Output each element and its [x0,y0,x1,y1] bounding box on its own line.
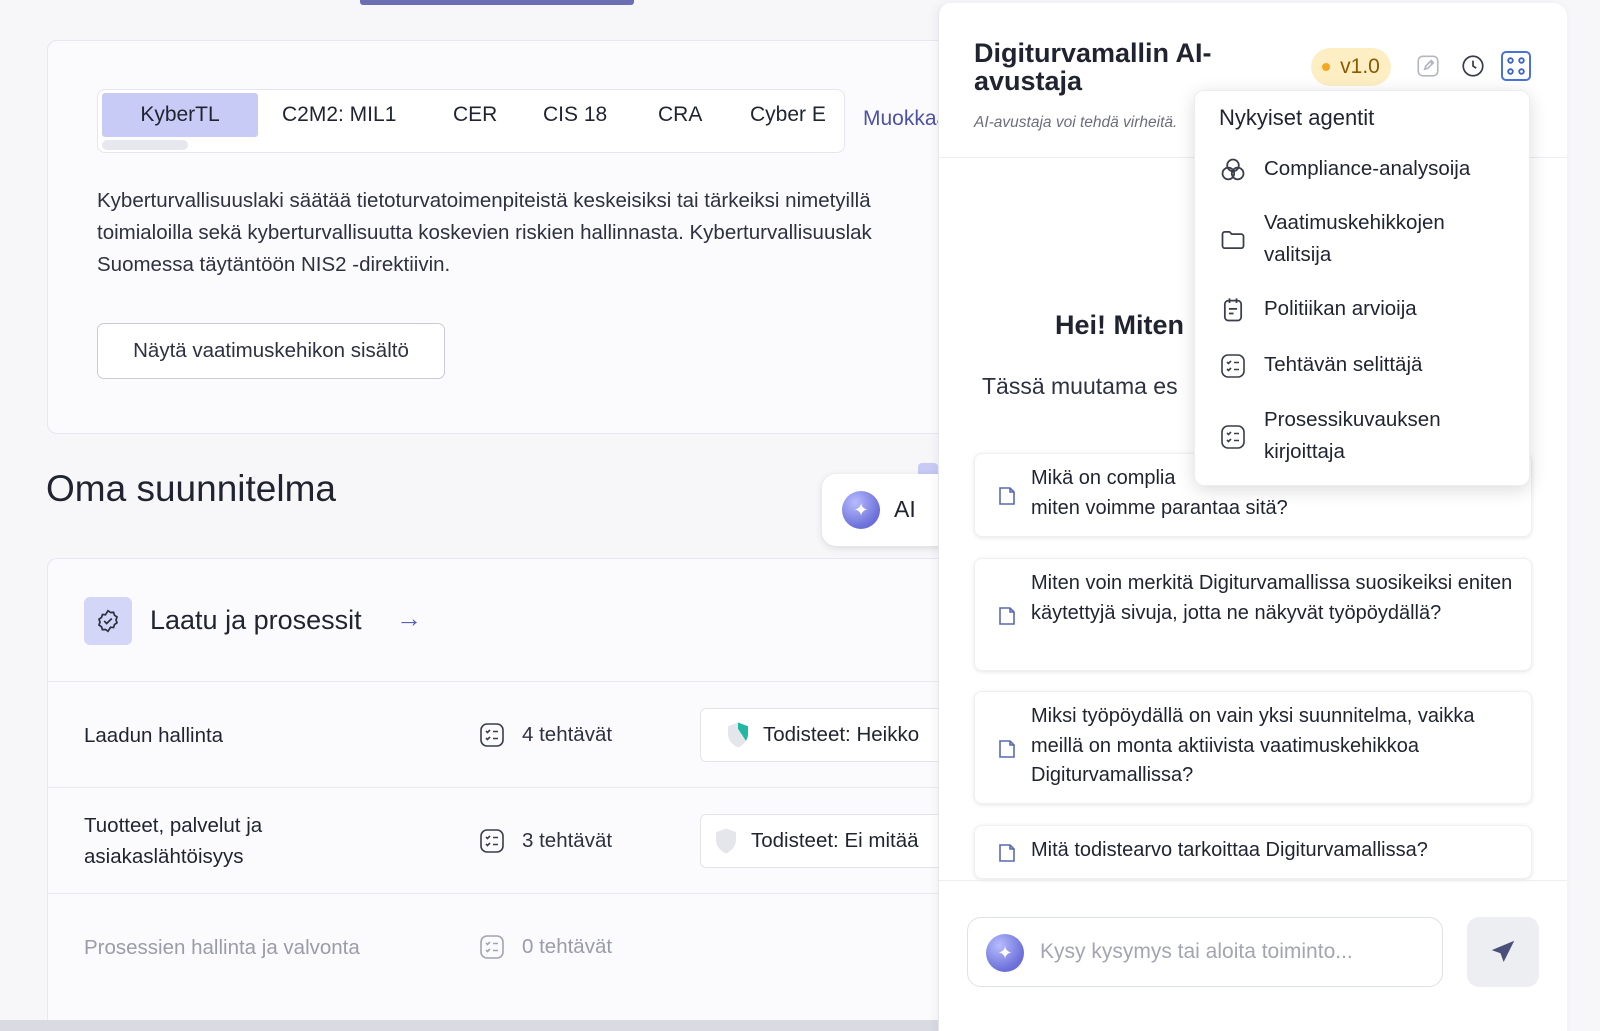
edit-icon[interactable] [1413,51,1443,81]
chat-input[interactable]: ✦ Kysy kysymys tai aloita toiminto... [967,917,1443,987]
description-line: Kyberturvallisuuslaki säätää tietoturvat… [97,189,871,212]
chat-input-placeholder: Kysy kysymys tai aloita toiminto... [1040,940,1353,963]
agents-dropdown: Nykyiset agentit Compliance-analysoija V… [1194,90,1530,486]
greeting-title: Hei! Miten [1055,310,1185,340]
checklist-icon [480,829,504,853]
suggestion-line: miten voimme parantaa sitä? [1031,496,1288,519]
suggestion-text: Mitä todistearvo tarkoittaa Digiturvamal… [1031,839,1428,861]
tab-c2m2[interactable]: C2M2: MIL1 [282,93,396,137]
category-title[interactable]: Laatu ja prosessit [150,605,362,636]
sparkle-icon: ✦ [986,934,1024,972]
table-row[interactable]: Tuotteet, palvelut ja asiakaslähtöisyys … [48,787,960,893]
suggestion-text: Miksi työpöydällä on vain yksi suunnitel… [1031,705,1475,786]
note-icon [999,844,1015,862]
suggestion-card[interactable]: Mitä todistearvo tarkoittaa Digiturvamal… [974,825,1532,879]
folder-icon [1221,230,1245,250]
send-icon [1491,940,1515,962]
horizontal-scrollbar[interactable] [0,1020,960,1031]
active-page-indicator [360,0,634,5]
panel-title: Digiturvamallin AI-avustaja [974,38,1212,96]
note-icon [999,740,1015,758]
evidence-badge[interactable]: Todisteet: Heikko [700,708,960,762]
ai-button-label: AI [894,496,916,522]
description-line: toimialoilla sekä kyberturvallisuutta ko… [97,221,872,244]
sparkle-icon: ✦ [842,491,880,529]
row-name: Laadun hallinta [84,724,224,747]
panel-disclaimer: AI-avustaja voi tehdä virheitä. [974,114,1178,131]
version-label: v1.0 [1340,55,1380,78]
agents-menu-title: Nykyiset agentit [1219,105,1375,130]
note-icon [999,487,1015,505]
agent-label: Compliance-analysoija [1264,157,1471,180]
table-row[interactable]: Prosessien hallinta ja valvonta 0 tehtäv… [48,893,960,999]
agent-label: Vaatimuskehikkojen valitsija [1264,211,1445,266]
agent-label: Politiikan arvioija [1264,297,1417,320]
table-row[interactable]: Laadun hallinta 4 tehtävät Todisteet: He… [48,681,960,787]
suggestion-card[interactable]: Miksi työpöydällä on vain yksi suunnitel… [974,691,1532,804]
task-count: 3 tehtävät [522,829,613,852]
agent-item-compliance[interactable]: Compliance-analysoija [1195,151,1531,191]
framework-description: Kyberturvallisuuslaki säätää tietoturvat… [97,185,960,281]
tab-cyber-e[interactable]: Cyber E [750,93,826,137]
checklist-icon [480,723,504,747]
agent-item-task-explainer[interactable]: Tehtävän selittäjä [1195,347,1531,387]
suggestion-text: Miten voin merkitä Digiturvamallissa suo… [1031,572,1513,624]
row-name: Prosessien hallinta ja valvonta [84,936,360,959]
suggestion-card[interactable]: Miten voin merkitä Digiturvamallissa suo… [974,558,1532,671]
shield-icon [728,722,748,748]
tab-cra[interactable]: CRA [658,93,702,137]
tab-kybertl[interactable]: KyberTL [102,93,258,137]
send-button[interactable] [1467,917,1539,987]
evidence-label: Todisteet: [763,723,851,746]
checklist-icon [480,935,504,959]
checklist-icon [1221,354,1245,378]
framework-tabs: KyberTL C2M2: MIL1 CER CIS 18 CRA Cyber … [97,89,845,153]
evidence-badge[interactable]: Todisteet: Ei mitää [700,814,960,868]
history-icon[interactable] [1458,51,1488,81]
main-page: KyberTL C2M2: MIL1 CER CIS 18 CRA Cyber … [0,0,960,1031]
badge-check-icon [84,597,132,645]
shield-icon [716,828,736,854]
task-count: 4 tehtävät [522,723,613,746]
policy-icon [1223,298,1243,322]
framework-card: KyberTL C2M2: MIL1 CER CIS 18 CRA Cyber … [47,40,960,434]
evidence-label: Todisteet: [751,829,839,852]
plan-category-card: Laatu ja prosessit → Laadun hallinta 4 t… [47,558,960,1031]
checklist-icon [1221,425,1245,449]
task-count: 0 tehtävät [522,935,613,958]
description-line: Suomessa täytäntöön NIS2 -direktiivin. [97,253,451,276]
arrow-right-icon[interactable]: → [396,603,422,634]
plan-title: Oma suunnitelma [46,468,336,509]
circles-icon [1221,158,1245,181]
evidence-value: Heikko [856,723,920,746]
agent-item-framework-selector[interactable]: Vaatimuskehikkojen valitsija [1195,205,1531,275]
input-divider [939,880,1567,881]
tab-cer[interactable]: CER [453,93,497,137]
note-icon [999,607,1015,625]
show-framework-content-button[interactable]: Näytä vaatimuskehikon sisältö [97,323,445,379]
row-name: Tuotteet, palvelut ja asiakaslähtöisyys [84,814,263,868]
tab-cis18[interactable]: CIS 18 [543,93,607,137]
greeting-subtitle: Tässä muutama es [982,373,1178,399]
agent-item-process-writer[interactable]: Prosessikuvauksen kirjoittaja [1195,403,1531,473]
agent-item-policy-reviewer[interactable]: Politiikan arvioija [1195,291,1531,331]
agent-label: Prosessikuvauksen kirjoittaja [1264,408,1441,463]
status-dot [1322,63,1331,71]
edit-frameworks-link[interactable]: Muokkaa [863,107,948,131]
version-badge: v1.0 [1311,48,1391,86]
agents-grid-icon[interactable] [1501,51,1531,81]
agent-label: Tehtävän selittäjä [1264,353,1423,376]
evidence-value: Ei mitää [844,829,919,852]
tabs-scrollbar[interactable] [102,140,188,150]
